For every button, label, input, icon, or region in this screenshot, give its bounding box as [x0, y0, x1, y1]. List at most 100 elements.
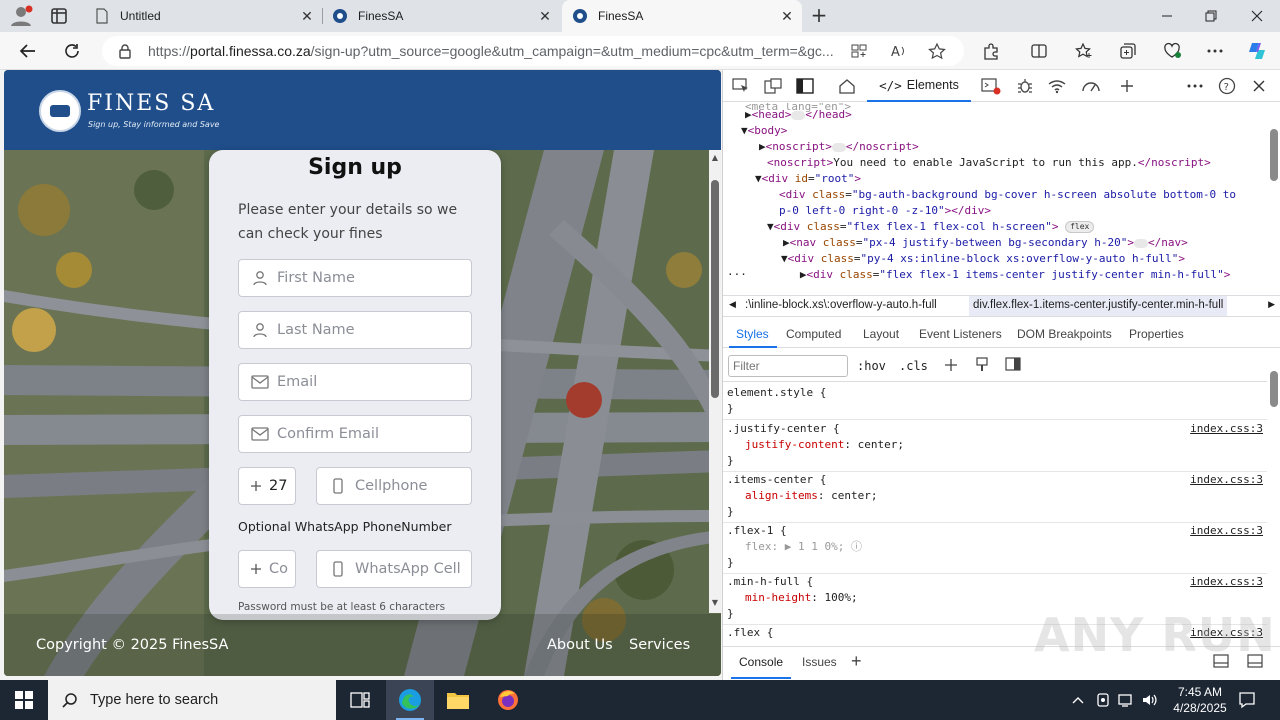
extensions-icon[interactable] — [978, 39, 1004, 63]
restore-button[interactable] — [1188, 0, 1234, 32]
styles-scrollbar-thumb[interactable] — [1270, 371, 1278, 407]
first-name-input[interactable] — [277, 270, 471, 286]
taskbar-clock[interactable]: 7:45 AM 4/28/2025 — [1166, 684, 1234, 716]
dom-line-noscript-2[interactable]: <noscript>You need to enable JavaScript … — [767, 155, 1211, 171]
apps-icon[interactable] — [850, 43, 868, 59]
device-emulation-icon[interactable] — [763, 77, 783, 95]
close-window-button[interactable] — [1234, 0, 1280, 32]
whatsapp-cell-field[interactable] — [316, 550, 472, 588]
first-name-field[interactable] — [238, 259, 472, 297]
breadcrumb-parent[interactable]: :\inline-block.xs\:overflow-y-auto.h-ful… — [745, 299, 937, 311]
tab-actions-icon[interactable] — [48, 6, 70, 26]
browser-essentials-icon[interactable] — [1159, 39, 1185, 63]
breadcrumb-left-arrow-icon[interactable]: ◀ — [729, 299, 736, 310]
dom-scrollbar-thumb[interactable] — [1270, 129, 1278, 181]
rule-element-style[interactable]: element.style { } — [727, 385, 1263, 417]
volume-icon[interactable] — [1141, 691, 1159, 709]
new-tab-button[interactable]: + — [808, 5, 830, 27]
taskbar-search-box[interactable]: Type here to search — [48, 680, 336, 720]
taskbar-edge-button[interactable] — [386, 680, 434, 720]
whatsapp-code-field[interactable] — [238, 550, 296, 588]
about-us-link[interactable]: About Us — [547, 637, 613, 653]
tab-properties[interactable]: Properties — [1129, 327, 1184, 341]
taskbar-explorer-button[interactable] — [434, 680, 482, 720]
hover-state-toggle[interactable]: :hov — [857, 359, 886, 373]
country-code-field[interactable] — [238, 467, 296, 505]
close-devtools-icon[interactable] — [1249, 77, 1269, 95]
country-code-input[interactable] — [269, 478, 295, 494]
refresh-button[interactable] — [59, 39, 85, 63]
bug-icon[interactable] — [1015, 77, 1035, 95]
confirm-email-input[interactable] — [277, 426, 471, 442]
rule-source-link[interactable]: index.css:3 — [1190, 421, 1263, 437]
breadcrumb-right-arrow-icon[interactable]: ▶ — [1268, 299, 1275, 310]
tab-issues[interactable]: Issues — [802, 655, 837, 669]
scrollbar-thumb[interactable] — [711, 180, 719, 398]
rule-justify-center[interactable]: .justify-center { index.css:3 justify-co… — [727, 421, 1263, 469]
tab-finessa-active[interactable]: FinesSA ✕ — [562, 0, 802, 32]
devtools-more-icon[interactable] — [1185, 77, 1205, 95]
notification-center-icon[interactable] — [1238, 691, 1256, 709]
url-text[interactable]: https://portal.finessa.co.za/sign-up?utm… — [148, 43, 848, 59]
network-wifi-icon[interactable] — [1047, 77, 1067, 95]
tray-overflow-chevron-icon[interactable] — [1069, 691, 1087, 709]
tab-finessa-1[interactable]: FinesSA ✕ — [322, 0, 560, 32]
services-link[interactable]: Services — [629, 637, 690, 653]
favorite-star-icon[interactable] — [928, 42, 946, 60]
lock-icon[interactable] — [118, 43, 132, 62]
color-format-icon[interactable] — [975, 357, 989, 376]
dom-line-bg-div[interactable]: <div class="bg-auth-background bg-cover … — [779, 187, 1236, 203]
tab-console[interactable]: Console — [739, 655, 783, 669]
favorites-icon[interactable] — [1071, 39, 1097, 63]
rule-source-link[interactable]: index.css:3 — [1190, 523, 1263, 539]
tab-dom-breakpoints[interactable]: DOM Breakpoints — [1017, 327, 1112, 341]
close-tab-icon[interactable]: ✕ — [780, 9, 794, 23]
dom-line-head[interactable]: ▶<head> </head> — [745, 107, 852, 123]
tab-computed[interactable]: Computed — [786, 327, 841, 341]
start-button[interactable] — [0, 680, 48, 720]
close-tab-icon[interactable]: ✕ — [300, 9, 314, 23]
email-input[interactable] — [277, 374, 471, 390]
rule-source-link[interactable]: index.css:3 — [1190, 472, 1263, 488]
address-bar[interactable]: https://portal.finessa.co.za/sign-up?utm… — [102, 36, 964, 66]
info-icon[interactable]: ⓘ — [851, 540, 862, 553]
breadcrumb-current[interactable]: div.flex.flex-1.items-center.justify-cen… — [969, 296, 1228, 316]
copilot-icon[interactable] — [1244, 39, 1270, 63]
inspect-element-icon[interactable] — [731, 77, 751, 95]
close-tab-icon[interactable]: ✕ — [538, 9, 552, 23]
styles-filter-input[interactable] — [728, 355, 848, 377]
finessa-logo[interactable]: FINES SA Sign up, Stay informed and Save — [39, 90, 239, 134]
task-view-button[interactable] — [336, 680, 384, 720]
last-name-input[interactable] — [277, 322, 471, 338]
dom-line-body[interactable]: ▼<body> — [741, 123, 787, 139]
tab-event-listeners[interactable]: Event Listeners — [919, 327, 1002, 341]
scroll-down-arrow-icon[interactable]: ▼ — [709, 597, 721, 609]
help-icon[interactable]: ? — [1217, 77, 1237, 95]
tab-untitled[interactable]: Untitled ✕ — [84, 0, 322, 32]
minimize-button[interactable] — [1144, 0, 1190, 32]
performance-gauge-icon[interactable] — [1081, 77, 1101, 95]
dom-line-nav[interactable]: ▶<nav class="px-4 justify-between bg-sec… — [783, 235, 1188, 251]
style-rules-pane[interactable]: element.style { } .justify-center { inde… — [723, 383, 1267, 643]
profile-icon[interactable] — [8, 4, 34, 28]
flex-badge[interactable]: flex — [1065, 221, 1095, 233]
network-icon[interactable] — [1117, 691, 1135, 709]
rule-items-center[interactable]: .items-center { index.css:3 align-items:… — [727, 472, 1263, 520]
add-panel-icon[interactable] — [1117, 77, 1137, 95]
add-drawer-tab-icon[interactable]: + — [851, 651, 862, 672]
collections-icon[interactable] — [1115, 39, 1141, 63]
split-screen-icon[interactable] — [1026, 39, 1052, 63]
dom-line-noscript-1[interactable]: ▶<noscript> </noscript> — [759, 139, 919, 155]
cellphone-field[interactable] — [316, 467, 472, 505]
tab-styles[interactable]: Styles — [736, 327, 769, 341]
scroll-up-arrow-icon[interactable]: ▲ — [709, 152, 721, 164]
taskbar-firefox-button[interactable] — [484, 680, 532, 720]
page-scrollbar[interactable]: ▲ ▼ — [709, 150, 721, 613]
dom-scrollbar[interactable] — [1267, 103, 1280, 293]
welcome-home-icon[interactable] — [837, 77, 857, 95]
tab-elements[interactable]: </> Elements — [867, 70, 971, 102]
back-button[interactable] — [15, 39, 41, 63]
dom-line-selected[interactable]: ··· ▶<div class="flex flex-1 items-cente… — [727, 267, 1230, 283]
email-field[interactable] — [238, 363, 472, 401]
rule-flex-1[interactable]: .flex-1 { index.css:3 flex: ▶ 1 1 0%; ⓘ … — [727, 523, 1263, 571]
